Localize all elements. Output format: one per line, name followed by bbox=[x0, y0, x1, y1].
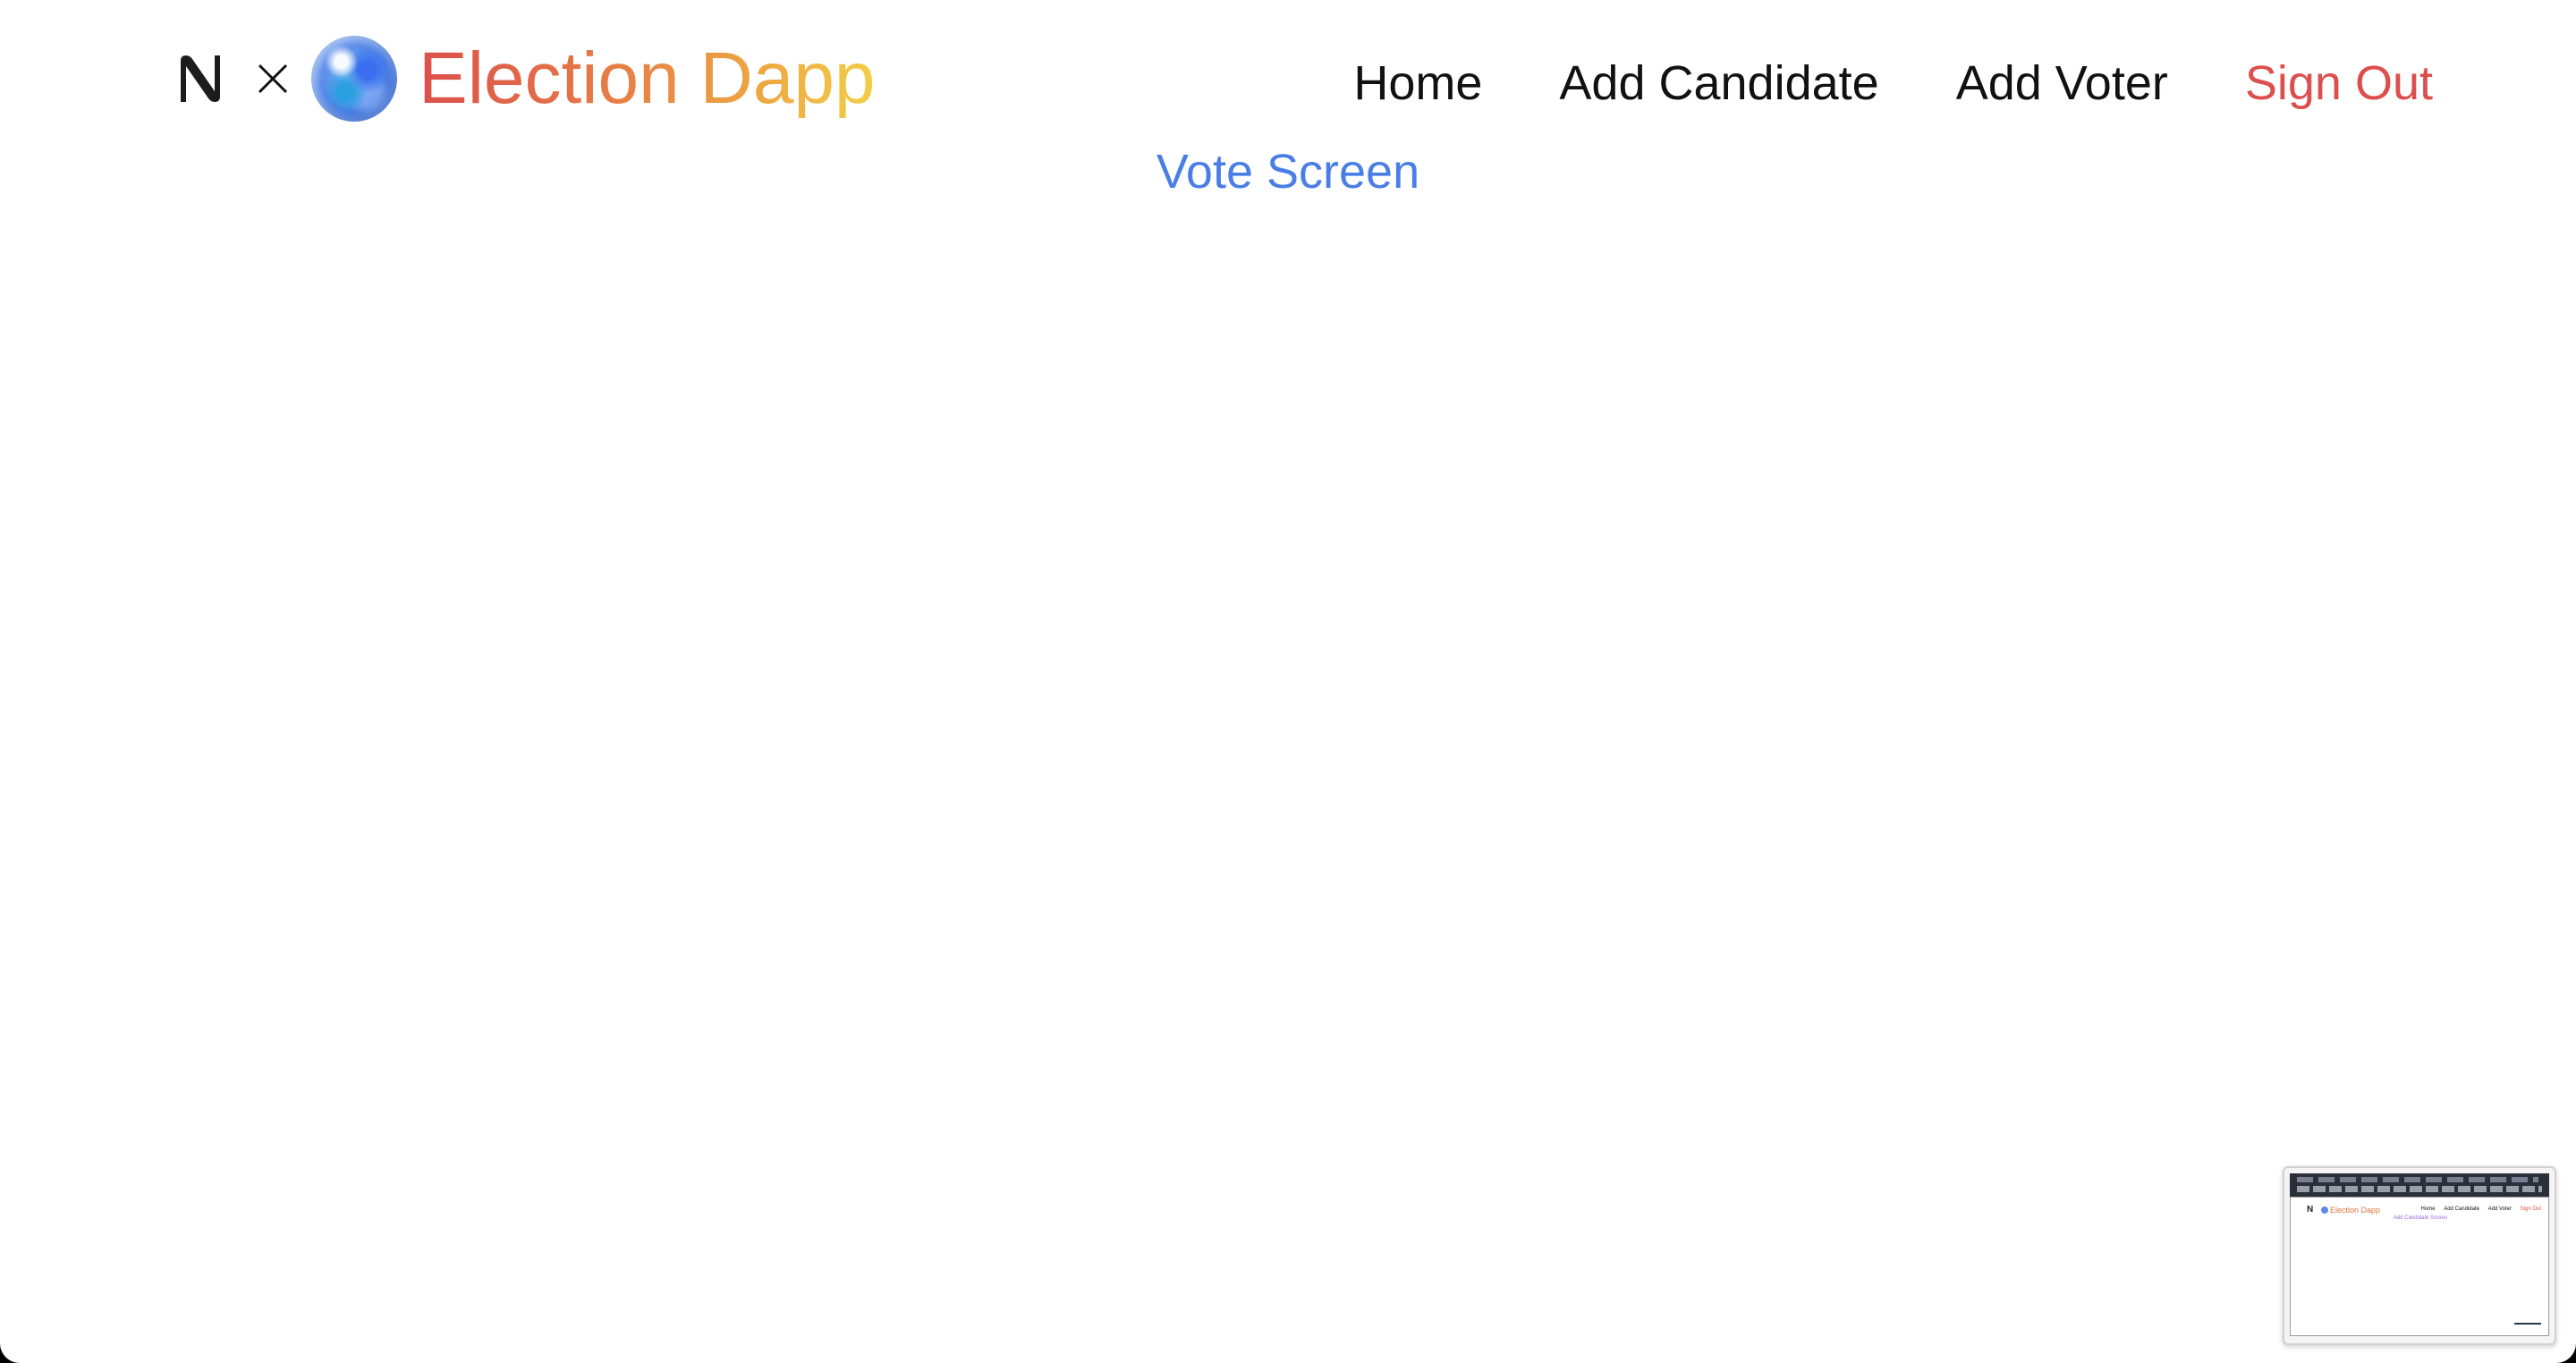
nav-home-link[interactable]: Home bbox=[1353, 52, 1482, 114]
near-protocol-logo-icon bbox=[181, 55, 220, 102]
thumbnail-nav-sign-out: Sign Out bbox=[2520, 1206, 2541, 1212]
thumbnail-tabs bbox=[2297, 1177, 2538, 1182]
main-nav: Home Add Candidate Add Voter Sign Out bbox=[1276, 52, 2433, 114]
nav-add-candidate-link[interactable]: Add Candidate bbox=[1559, 52, 1878, 114]
thumbnail-nav-add-voter: Add Voter bbox=[2487, 1206, 2512, 1212]
thumbnail-nav: Home Add Candidate Add Voter Sign Out bbox=[2414, 1206, 2541, 1212]
nav-add-voter-link[interactable]: Add Voter bbox=[1956, 52, 2168, 114]
screenshot-thumbnail-preview[interactable]: N Election Dapp Home Add Candidate Add V… bbox=[2283, 1166, 2556, 1345]
thumbnail-nav-add-candidate: Add Candidate bbox=[2444, 1206, 2479, 1212]
thumbnail-brand-title: Election Dapp bbox=[2330, 1206, 2381, 1215]
times-icon bbox=[258, 63, 288, 94]
page-subtitle: Vote Screen bbox=[1156, 145, 1420, 199]
sign-out-link[interactable]: Sign Out bbox=[2245, 52, 2433, 114]
thumbnail-browser-chrome bbox=[2290, 1173, 2549, 1197]
thumbnail-orb-icon bbox=[2321, 1206, 2328, 1214]
thumbnail-near-logo-icon: N bbox=[2307, 1205, 2314, 1215]
brand[interactable]: Election Dapp bbox=[170, 34, 876, 123]
thumbnail-divider bbox=[2514, 1323, 2541, 1325]
app-window: Election Dapp Home Add Candidate Add Vot… bbox=[0, 0, 2576, 1363]
brand-title: Election Dapp bbox=[419, 34, 876, 123]
thumbnail-page: N Election Dapp Home Add Candidate Add V… bbox=[2290, 1197, 2549, 1336]
thumbnail-bookmarks bbox=[2297, 1186, 2542, 1192]
blue-swirl-orb-icon bbox=[311, 36, 397, 122]
app-header: Election Dapp Home Add Candidate Add Vot… bbox=[0, 0, 2576, 161]
thumbnail-nav-home: Home bbox=[2420, 1206, 2436, 1212]
thumbnail-subtitle: Add Candidate Screen bbox=[2393, 1215, 2448, 1221]
